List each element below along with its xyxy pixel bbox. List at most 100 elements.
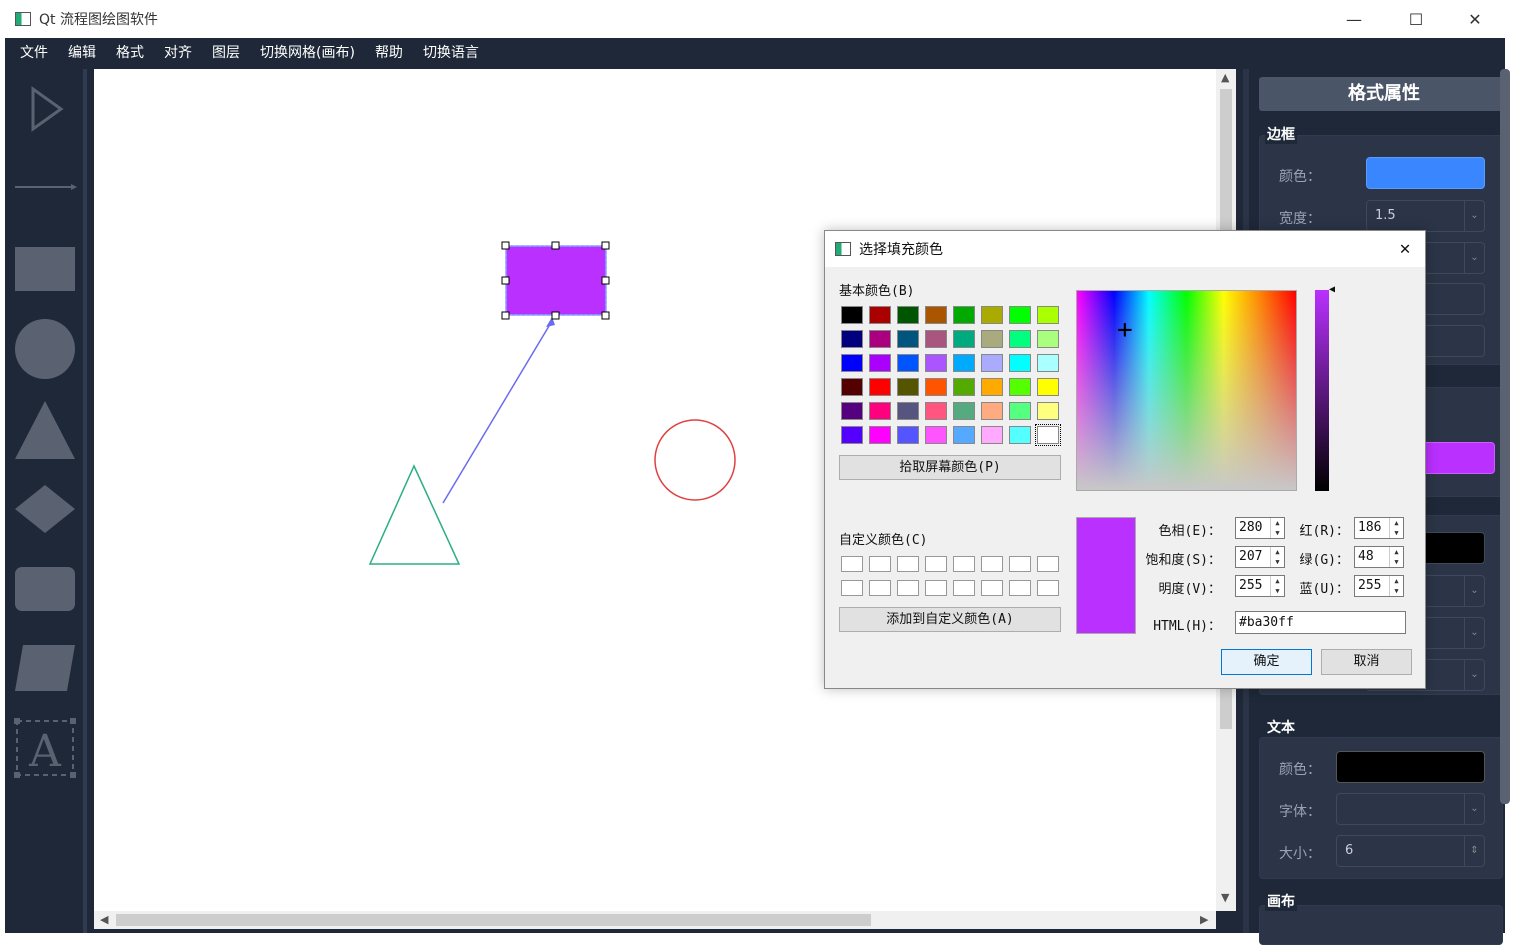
spin-arrows-icon[interactable]: ▲ ▼ [1270,547,1284,567]
border-color-button[interactable] [1366,157,1485,189]
menu-help[interactable]: 帮助 [365,38,413,69]
spin-arrows-icon[interactable]: ⇕ [1464,836,1484,866]
cancel-button[interactable]: 取消 [1321,649,1412,675]
minimize-button[interactable]: — [1325,0,1383,38]
basic-color-swatch[interactable] [925,306,947,324]
menu-align[interactable]: 对齐 [154,38,202,69]
custom-color-swatch[interactable] [1037,556,1059,572]
value-slider-pointer-icon[interactable]: ◀ [1329,284,1335,295]
basic-color-swatch[interactable] [1009,306,1031,324]
red-spinbox[interactable]: 186 ▲ ▼ [1354,517,1404,539]
basic-color-swatch[interactable] [981,306,1003,324]
chevron-down-icon[interactable]: ⌄ [1464,660,1484,690]
custom-color-swatch[interactable] [897,580,919,596]
custom-color-swatch[interactable] [953,556,975,572]
basic-color-swatch[interactable] [897,330,919,348]
basic-color-swatch[interactable] [953,354,975,372]
scroll-up-icon[interactable]: ▲ [1221,71,1229,84]
spin-arrows-icon[interactable]: ▲ ▼ [1389,576,1403,596]
basic-color-swatch[interactable] [981,354,1003,372]
basic-color-swatch[interactable] [981,426,1003,444]
custom-color-swatch[interactable] [981,580,1003,596]
value-slider[interactable] [1315,290,1329,491]
basic-color-swatch[interactable] [925,378,947,396]
text-tool[interactable]: A [13,717,77,779]
blue-spinbox[interactable]: 255 ▲ ▼ [1354,575,1404,597]
custom-color-swatch[interactable] [869,556,891,572]
menu-layer[interactable]: 图层 [202,38,250,69]
basic-color-swatch[interactable] [869,354,891,372]
horizontal-scroll-thumb[interactable] [116,914,871,926]
rounded-rectangle-tool[interactable] [13,565,77,613]
custom-color-swatch[interactable] [841,580,863,596]
basic-color-swatch[interactable] [1009,354,1031,372]
basic-color-swatch[interactable] [841,354,863,372]
chevron-down-icon[interactable]: ⌄ [1464,618,1484,648]
html-color-input[interactable]: #ba30ff [1235,611,1406,634]
font-combo[interactable]: ⌄ [1336,793,1485,825]
diamond-tool[interactable] [13,483,77,535]
triangle-shape[interactable] [368,464,461,565]
basic-color-swatch[interactable] [869,378,891,396]
maximize-button[interactable]: ☐ [1387,0,1445,38]
basic-color-swatch[interactable] [953,330,975,348]
canvas-horizontal-scrollbar[interactable]: ◀ ▶ [94,911,1216,929]
custom-color-swatch[interactable] [869,580,891,596]
basic-color-swatch[interactable] [897,402,919,420]
add-custom-color-button[interactable]: 添加到自定义颜色(A) [839,607,1061,632]
basic-color-swatch[interactable] [869,330,891,348]
basic-color-swatch[interactable] [1009,402,1031,420]
basic-color-swatch[interactable] [981,330,1003,348]
basic-color-swatch[interactable] [1037,378,1059,396]
custom-color-swatch[interactable] [925,580,947,596]
parallelogram-tool[interactable] [13,643,77,693]
basic-color-swatch[interactable] [897,426,919,444]
basic-color-swatch[interactable] [925,354,947,372]
circle-tool[interactable] [13,317,77,381]
basic-color-swatch[interactable] [1009,330,1031,348]
dialog-close-button[interactable]: ✕ [1393,237,1417,261]
hue-spinbox[interactable]: 280 ▲ ▼ [1235,517,1285,539]
spin-arrows-icon[interactable]: ▲ ▼ [1270,576,1284,596]
font-size-spinbox[interactable]: 6 ⇕ [1336,835,1485,867]
basic-color-swatch[interactable] [953,378,975,396]
basic-color-swatch[interactable] [869,306,891,324]
basic-color-swatch[interactable] [869,402,891,420]
basic-color-swatch[interactable] [981,378,1003,396]
custom-color-swatch[interactable] [1037,580,1059,596]
value-spinbox[interactable]: 255 ▲ ▼ [1235,575,1285,597]
basic-color-swatch[interactable] [925,402,947,420]
spin-arrows-icon[interactable]: ▲ ▼ [1389,518,1403,538]
basic-color-swatch[interactable] [1037,354,1059,372]
basic-color-swatch[interactable] [1035,424,1061,446]
menu-toggle-grid[interactable]: 切换网格(画布) [250,38,365,69]
basic-color-swatch[interactable] [841,402,863,420]
menu-edit[interactable]: 编辑 [58,38,106,69]
border-width-spinbox[interactable]: 1.5 ⌄ [1366,200,1485,232]
chevron-down-icon[interactable]: ⌄ [1464,794,1484,824]
custom-color-swatch[interactable] [1009,580,1031,596]
menu-file[interactable]: 文件 [10,38,58,69]
spin-arrows-icon[interactable]: ▲ ▼ [1270,518,1284,538]
basic-color-swatch[interactable] [841,426,863,444]
chevron-down-icon[interactable]: ⌄ [1464,201,1484,231]
basic-color-swatch[interactable] [841,378,863,396]
arrow-line-tool[interactable] [13,177,77,197]
basic-color-swatch[interactable] [1037,330,1059,348]
triangle-tool[interactable] [13,399,77,463]
hue-saturation-picker[interactable]: + [1076,290,1297,491]
menu-format[interactable]: 格式 [106,38,154,69]
basic-color-swatch[interactable] [953,426,975,444]
basic-color-swatch[interactable] [1037,402,1059,420]
green-spinbox[interactable]: 48 ▲ ▼ [1354,546,1404,568]
text-color-button[interactable] [1336,751,1485,783]
custom-color-swatch[interactable] [981,556,1003,572]
custom-color-swatch[interactable] [841,556,863,572]
close-button[interactable]: ✕ [1446,0,1504,38]
basic-color-swatch[interactable] [1009,378,1031,396]
chevron-down-icon[interactable]: ⌄ [1464,576,1484,606]
spin-arrows-icon[interactable]: ▲ ▼ [1389,547,1403,567]
saturation-spinbox[interactable]: 207 ▲ ▼ [1235,546,1285,568]
chevron-down-icon[interactable]: ⌄ [1464,243,1484,273]
rectangle-tool[interactable] [13,245,77,293]
